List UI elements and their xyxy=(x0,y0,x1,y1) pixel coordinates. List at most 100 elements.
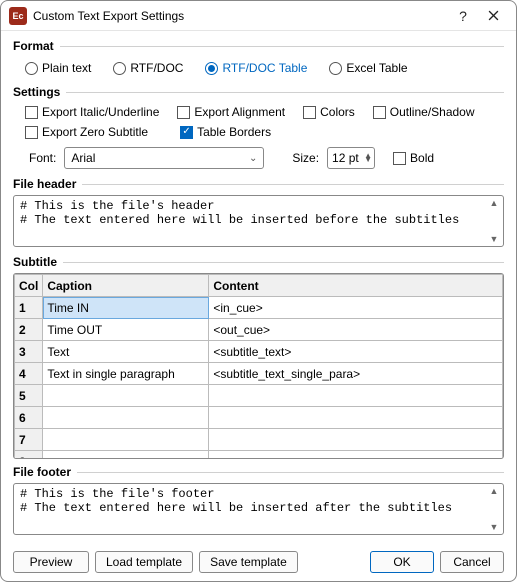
table-row[interactable]: 7 xyxy=(15,429,503,451)
spinner-buttons[interactable]: ▲▼ xyxy=(364,154,372,162)
close-button[interactable] xyxy=(478,2,508,30)
format-header: Format xyxy=(13,39,504,53)
col-header-content[interactable]: Content xyxy=(209,275,503,297)
checkbox-colors[interactable]: Colors xyxy=(303,105,355,119)
cell-caption[interactable]: Text in single paragraph xyxy=(43,363,209,385)
scroll-up-icon[interactable]: ▲ xyxy=(487,197,501,209)
table-row[interactable]: 1Time IN<in_cue> xyxy=(15,297,503,319)
table-row[interactable]: 2Time OUT<out_cue> xyxy=(15,319,503,341)
preview-button[interactable]: Preview xyxy=(13,551,89,573)
row-number: 6 xyxy=(15,407,43,429)
radio-rtf-doc[interactable]: RTF/DOC xyxy=(113,61,183,75)
checkbox-label: Bold xyxy=(410,151,434,165)
checkbox-bold[interactable]: Bold xyxy=(393,151,434,165)
scroll-up-icon[interactable]: ▲ xyxy=(487,485,501,497)
cell-content[interactable] xyxy=(209,429,503,451)
cell-content[interactable] xyxy=(209,385,503,407)
checkbox-icon xyxy=(393,152,406,165)
button-bar: Preview Load template Save template OK C… xyxy=(1,543,516,581)
table-header-row: Col Caption Content xyxy=(15,275,503,297)
radio-label: Plain text xyxy=(42,61,91,75)
table-row[interactable]: 5 xyxy=(15,385,503,407)
checkbox-label: Export Italic/Underline xyxy=(42,105,159,119)
col-header-caption[interactable]: Caption xyxy=(43,275,209,297)
settings-header: Settings xyxy=(13,85,504,99)
checkbox-export-alignment[interactable]: Export Alignment xyxy=(177,105,285,119)
help-button[interactable]: ? xyxy=(448,2,478,30)
checkbox-outline-shadow[interactable]: Outline/Shadow xyxy=(373,105,475,119)
font-combobox[interactable]: Arial ⌄ xyxy=(64,147,264,169)
cell-content[interactable] xyxy=(209,407,503,429)
font-label: Font: xyxy=(29,151,56,165)
table-row[interactable]: 8 xyxy=(15,451,503,460)
checkbox-label: Export Alignment xyxy=(194,105,285,119)
cell-caption[interactable] xyxy=(43,407,209,429)
scroll-down-icon[interactable]: ▼ xyxy=(487,521,501,533)
size-spinner[interactable]: 12 pt ▲▼ xyxy=(327,147,375,169)
cancel-button[interactable]: Cancel xyxy=(440,551,504,573)
checkbox-label: Table Borders xyxy=(197,125,271,139)
cell-caption[interactable]: Time OUT xyxy=(43,319,209,341)
subtitle-header-label: Subtitle xyxy=(13,255,57,269)
close-icon xyxy=(488,10,499,21)
checkbox-label: Export Zero Subtitle xyxy=(42,125,148,139)
format-options: Plain text RTF/DOC RTF/DOC Table Excel T… xyxy=(13,53,504,81)
subtitle-header: Subtitle xyxy=(13,255,504,269)
checkbox-italic-underline[interactable]: Export Italic/Underline xyxy=(25,105,159,119)
checkbox-zero-subtitle[interactable]: Export Zero Subtitle xyxy=(25,125,148,139)
cell-caption[interactable]: Time IN xyxy=(43,297,209,319)
radio-icon xyxy=(25,62,38,75)
table-row[interactable]: 4Text in single paragraph<subtitle_text_… xyxy=(15,363,503,385)
file-header-label: File header xyxy=(13,177,76,191)
row-number: 5 xyxy=(15,385,43,407)
ok-button[interactable]: OK xyxy=(370,551,434,573)
radio-icon xyxy=(205,62,218,75)
font-value: Arial xyxy=(71,151,95,165)
row-number: 7 xyxy=(15,429,43,451)
format-header-label: Format xyxy=(13,39,54,53)
size-value: 12 pt xyxy=(332,151,359,165)
row-number: 2 xyxy=(15,319,43,341)
chevron-down-icon: ⌄ xyxy=(249,153,257,164)
row-number: 3 xyxy=(15,341,43,363)
cell-content[interactable]: <subtitle_text> xyxy=(209,341,503,363)
table-row[interactable]: 3Text<subtitle_text> xyxy=(15,341,503,363)
cell-caption[interactable] xyxy=(43,429,209,451)
file-footer-textarea[interactable]: # This is the file's footer # The text e… xyxy=(13,483,504,535)
load-template-button[interactable]: Load template xyxy=(95,551,193,573)
radio-excel-table[interactable]: Excel Table xyxy=(329,61,407,75)
row-number: 8 xyxy=(15,451,43,460)
checkbox-icon xyxy=(25,106,38,119)
radio-label: Excel Table xyxy=(346,61,407,75)
scroll-down-icon[interactable]: ▼ xyxy=(487,233,501,245)
row-number: 1 xyxy=(15,297,43,319)
file-footer-header: File footer xyxy=(13,465,504,479)
cell-caption[interactable]: Text xyxy=(43,341,209,363)
cell-caption[interactable] xyxy=(43,385,209,407)
app-icon: Ec xyxy=(9,7,27,25)
checkbox-icon xyxy=(303,106,316,119)
file-header-textarea[interactable]: # This is the file's header # The text e… xyxy=(13,195,504,247)
save-template-button[interactable]: Save template xyxy=(199,551,298,573)
table-row[interactable]: 6 xyxy=(15,407,503,429)
window-title: Custom Text Export Settings xyxy=(33,9,448,23)
radio-plain-text[interactable]: Plain text xyxy=(25,61,91,75)
cell-content[interactable]: <out_cue> xyxy=(209,319,503,341)
file-header-header: File header xyxy=(13,177,504,191)
checkbox-icon xyxy=(25,126,38,139)
checkbox-table-borders[interactable]: ✓ Table Borders xyxy=(180,125,271,139)
radio-icon xyxy=(329,62,342,75)
size-label: Size: xyxy=(292,151,319,165)
titlebar: Ec Custom Text Export Settings ? xyxy=(1,1,516,31)
col-header-col[interactable]: Col xyxy=(15,275,43,297)
cell-content[interactable] xyxy=(209,451,503,460)
radio-rtf-doc-table[interactable]: RTF/DOC Table xyxy=(205,61,307,75)
cell-content[interactable]: <subtitle_text_single_para> xyxy=(209,363,503,385)
checkbox-icon xyxy=(177,106,190,119)
dialog-window: Ec Custom Text Export Settings ? Format … xyxy=(0,0,517,582)
cell-content[interactable]: <in_cue> xyxy=(209,297,503,319)
checkbox-label: Outline/Shadow xyxy=(390,105,475,119)
cell-caption[interactable] xyxy=(43,451,209,460)
row-number: 4 xyxy=(15,363,43,385)
file-footer-label: File footer xyxy=(13,465,71,479)
